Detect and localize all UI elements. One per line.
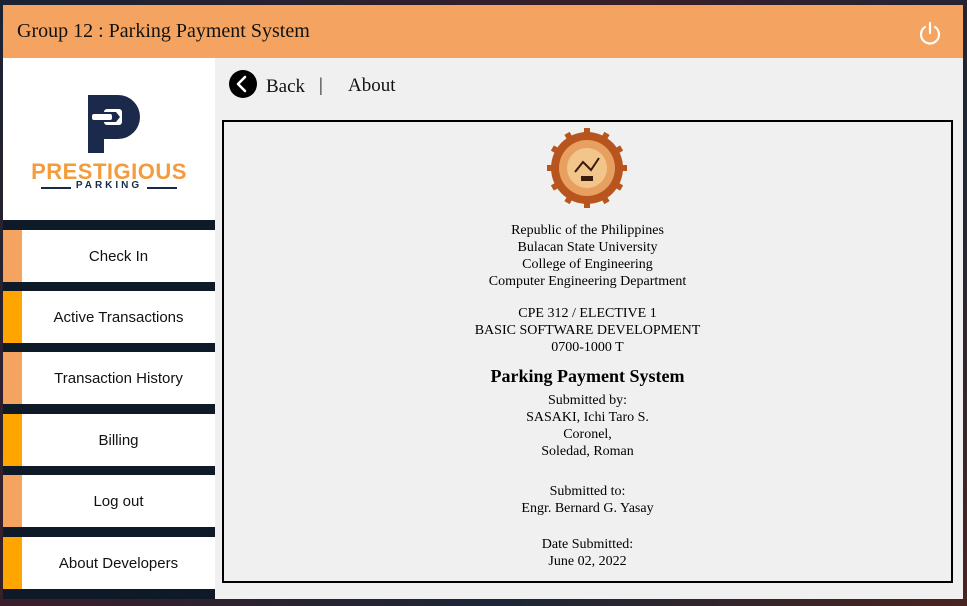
power-icon[interactable] — [919, 21, 941, 45]
sidebar: PRESTIGIOUS PARKING Check In Active Tran… — [3, 58, 215, 599]
institution-line: Bulacan State University — [517, 240, 658, 255]
submitter-name: SASAKI, Ichi Taro S. — [526, 410, 649, 425]
submitted-by-label: Submitted by: — [548, 393, 627, 408]
sidebar-item-label: Transaction History — [22, 352, 215, 404]
institution-line: College of Engineering — [522, 257, 653, 272]
sidebar-item-billing[interactable]: Billing — [3, 414, 215, 466]
institution-line: Computer Engineering Department — [488, 274, 687, 289]
nav-accent — [3, 475, 22, 527]
sidebar-item-label: Active Transactions — [22, 291, 215, 343]
sidebar-item-label: Check In — [22, 230, 215, 282]
submitted-to-name: Engr. Bernard G. Yasay — [521, 501, 654, 516]
parking-logo-icon — [88, 95, 140, 153]
title-bar: Group 12 : Parking Payment System — [3, 5, 963, 58]
back-button[interactable]: Back — [229, 70, 329, 100]
date-submitted-label: Date Submitted: — [541, 537, 634, 552]
sidebar-item-transaction-history[interactable]: Transaction History — [3, 352, 215, 404]
app-title: Group 12 : Parking Payment System — [17, 20, 310, 42]
main-content: Back | About Republic of the Philippines… — [215, 58, 963, 599]
nav-accent — [3, 537, 22, 589]
page-title: About — [348, 75, 396, 96]
sidebar-item-label: About Developers — [22, 537, 215, 589]
sidebar-item-about-developers[interactable]: About Developers — [3, 537, 215, 589]
app-window: Group 12 : Parking Payment System PRESTI… — [3, 5, 963, 599]
date-submitted: June 02, 2022 — [548, 554, 627, 569]
submitter-name: Soledad, Roman — [541, 444, 634, 459]
sidebar-item-check-in[interactable]: Check In — [3, 230, 215, 282]
back-label: Back — [266, 76, 306, 97]
sidebar-item-active-transactions[interactable]: Active Transactions — [3, 291, 215, 343]
nav-accent — [3, 352, 22, 404]
project-title: Parking Payment System — [490, 366, 685, 386]
logo: PRESTIGIOUS PARKING — [3, 58, 215, 220]
nav-accent — [3, 414, 22, 466]
course-line: CPE 312 / ELECTIVE 1 — [518, 306, 657, 321]
course-line: 0700-1000 T — [551, 340, 624, 355]
nav-accent — [3, 291, 22, 343]
course-line: BASIC SOFTWARE DEVELOPMENT — [474, 323, 701, 338]
institution-line: Republic of the Philippines — [511, 223, 664, 238]
sidebar-item-label: Billing — [22, 414, 215, 466]
nav-accent — [3, 230, 22, 282]
chevron-left-icon — [229, 70, 257, 98]
logo-sub-text: PARKING — [75, 180, 143, 191]
sidebar-item-label: Log out — [22, 475, 215, 527]
about-panel: Republic of the Philippines Bulacan Stat… — [222, 120, 953, 583]
university-seal-icon — [547, 128, 627, 208]
logo-subtitle: PARKING — [33, 180, 185, 194]
sidebar-item-log-out[interactable]: Log out — [3, 475, 215, 527]
breadcrumb-separator: | — [319, 75, 323, 96]
submitted-to-label: Submitted to: — [549, 484, 626, 499]
submitter-name: Coronel, — [563, 427, 612, 442]
